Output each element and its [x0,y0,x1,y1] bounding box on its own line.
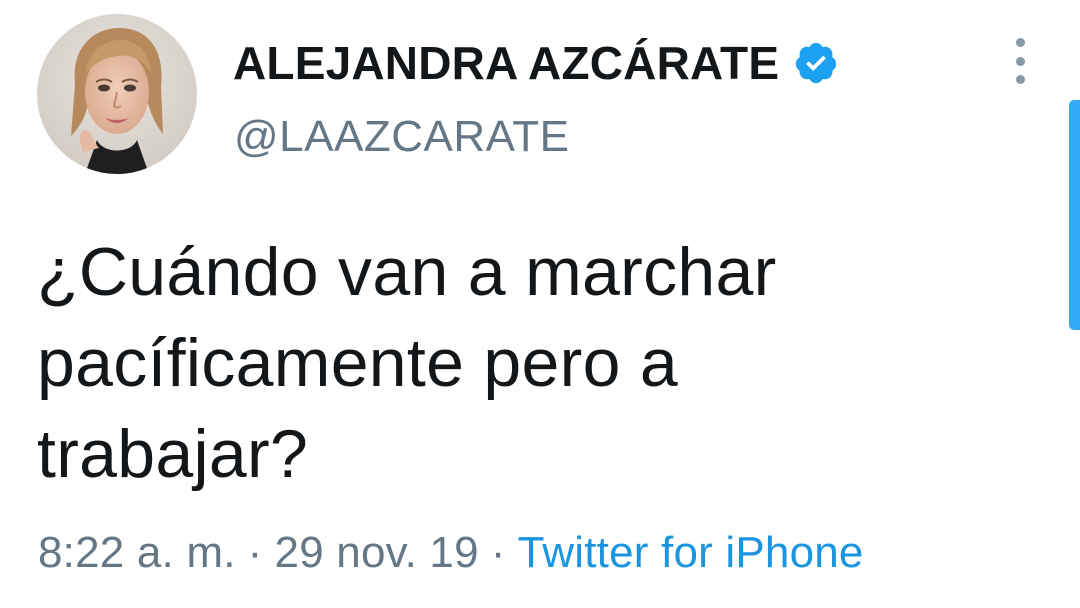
avatar-photo [37,14,197,174]
tweet-text-line: trabajar? [37,416,309,492]
meta-separator: · [247,528,263,577]
tweet-source-link[interactable]: Twitter for iPhone [518,528,864,577]
meta-separator: · [490,528,506,577]
more-vertical-icon [1015,38,1025,47]
more-vertical-icon-dot [1015,56,1025,66]
author-display-name[interactable]: ALEJANDRA AZCÁRATE [233,36,779,90]
tweet-card: ALEJANDRA AZCÁRATE @LAAZCARATE ¿Cuándo v… [0,0,1080,608]
tweet-time[interactable]: 8:22 a. m. [38,528,236,577]
author-handle[interactable]: @LAAZCARATE [234,112,569,162]
tweet-date[interactable]: 29 nov. 19 [275,528,479,577]
tweet-text: ¿Cuándo van a marchar pacíficamente pero… [37,227,1027,500]
scrollbar[interactable] [1069,100,1080,330]
more-vertical-icon-dot [1015,75,1025,84]
tweet-text-line: pacíficamente pero a [37,325,679,401]
author-name-row: ALEJANDRA AZCÁRATE [233,36,839,90]
more-options-button[interactable] [1004,38,1036,84]
tweet-metadata: 8:22 a. m. · 29 nov. 19 · Twitter for iPhone [38,528,864,578]
avatar[interactable] [37,14,197,174]
verified-badge-icon [793,40,839,86]
tweet-text-line: ¿Cuándo van a marchar [37,234,777,310]
